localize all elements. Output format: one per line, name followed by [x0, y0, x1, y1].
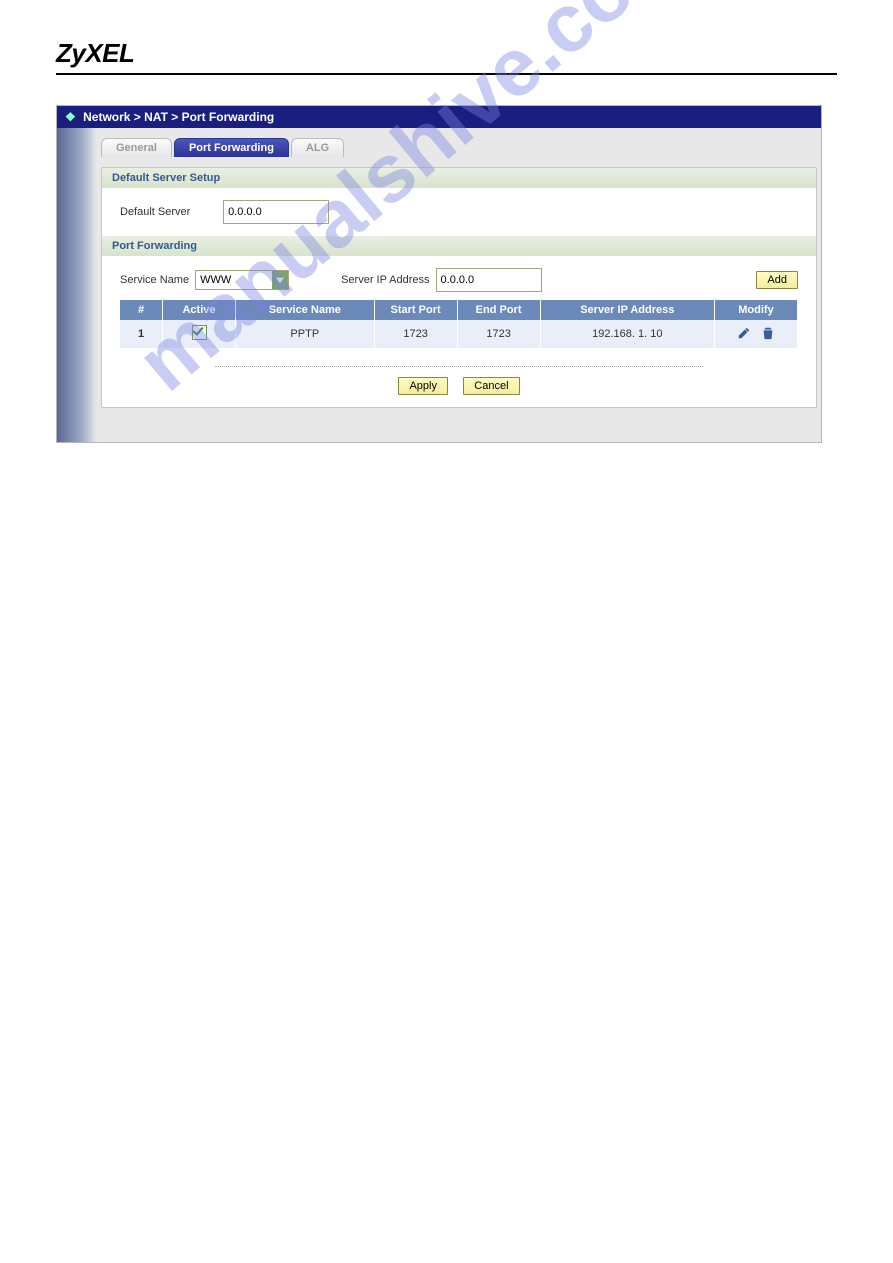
server-ip-label: Server IP Address — [341, 274, 429, 286]
tab-alg[interactable]: ALG — [291, 138, 344, 157]
default-server-input[interactable] — [223, 200, 329, 224]
default-server-row: Default Server — [102, 188, 816, 236]
col-ip: Server IP Address — [540, 300, 714, 320]
chevron-down-icon[interactable] — [272, 271, 288, 289]
delete-icon[interactable] — [760, 325, 776, 341]
tab-port-forwarding[interactable]: Port Forwarding — [174, 138, 289, 157]
dotted-divider — [215, 366, 703, 367]
col-start: Start Port — [374, 300, 457, 320]
row-start: 1723 — [374, 320, 457, 348]
breadcrumb-text: Network > NAT > Port Forwarding — [83, 110, 274, 124]
add-rule-row: Service Name Server IP Address Add — [120, 268, 798, 292]
breadcrumb: ❖ Network > NAT > Port Forwarding — [57, 106, 821, 128]
col-service: Service Name — [236, 300, 375, 320]
forwarding-table: # Active Service Name Start Port End Por… — [120, 300, 798, 348]
tab-bar: General Port Forwarding ALG — [101, 138, 821, 157]
row-service: PPTP — [236, 320, 375, 348]
row-num: 1 — [138, 328, 144, 340]
col-end: End Port — [457, 300, 540, 320]
brand-logo: ZyXEL — [56, 38, 893, 69]
service-name-value[interactable] — [196, 272, 272, 288]
col-modify: Modify — [715, 300, 798, 320]
row-ip: 192.168. 1. 10 — [540, 320, 714, 348]
active-checkbox[interactable] — [192, 325, 207, 340]
apply-button[interactable]: Apply — [398, 377, 448, 395]
service-name-select[interactable] — [195, 270, 289, 290]
table-row: 1 PPTP 1723 1723 192.168. 1. 10 — [120, 320, 798, 348]
tab-general[interactable]: General — [101, 138, 172, 157]
edit-icon[interactable] — [736, 325, 752, 341]
divider — [56, 73, 837, 75]
add-button[interactable]: Add — [756, 271, 798, 289]
row-end: 1723 — [457, 320, 540, 348]
config-panel: ❖ Network > NAT > Port Forwarding Genera… — [56, 105, 822, 443]
service-name-label: Service Name — [120, 274, 189, 286]
col-active: Active — [163, 300, 236, 320]
config-card: Default Server Setup Default Server Port… — [101, 167, 817, 408]
section-port-forwarding-heading: Port Forwarding — [102, 236, 816, 256]
side-gradient — [57, 128, 97, 442]
default-server-label: Default Server — [120, 206, 220, 218]
cancel-button[interactable]: Cancel — [463, 377, 519, 395]
col-num: # — [120, 300, 163, 320]
breadcrumb-bullet-icon: ❖ — [65, 110, 76, 124]
section-default-server-heading: Default Server Setup — [102, 168, 816, 188]
server-ip-input[interactable] — [436, 268, 542, 292]
